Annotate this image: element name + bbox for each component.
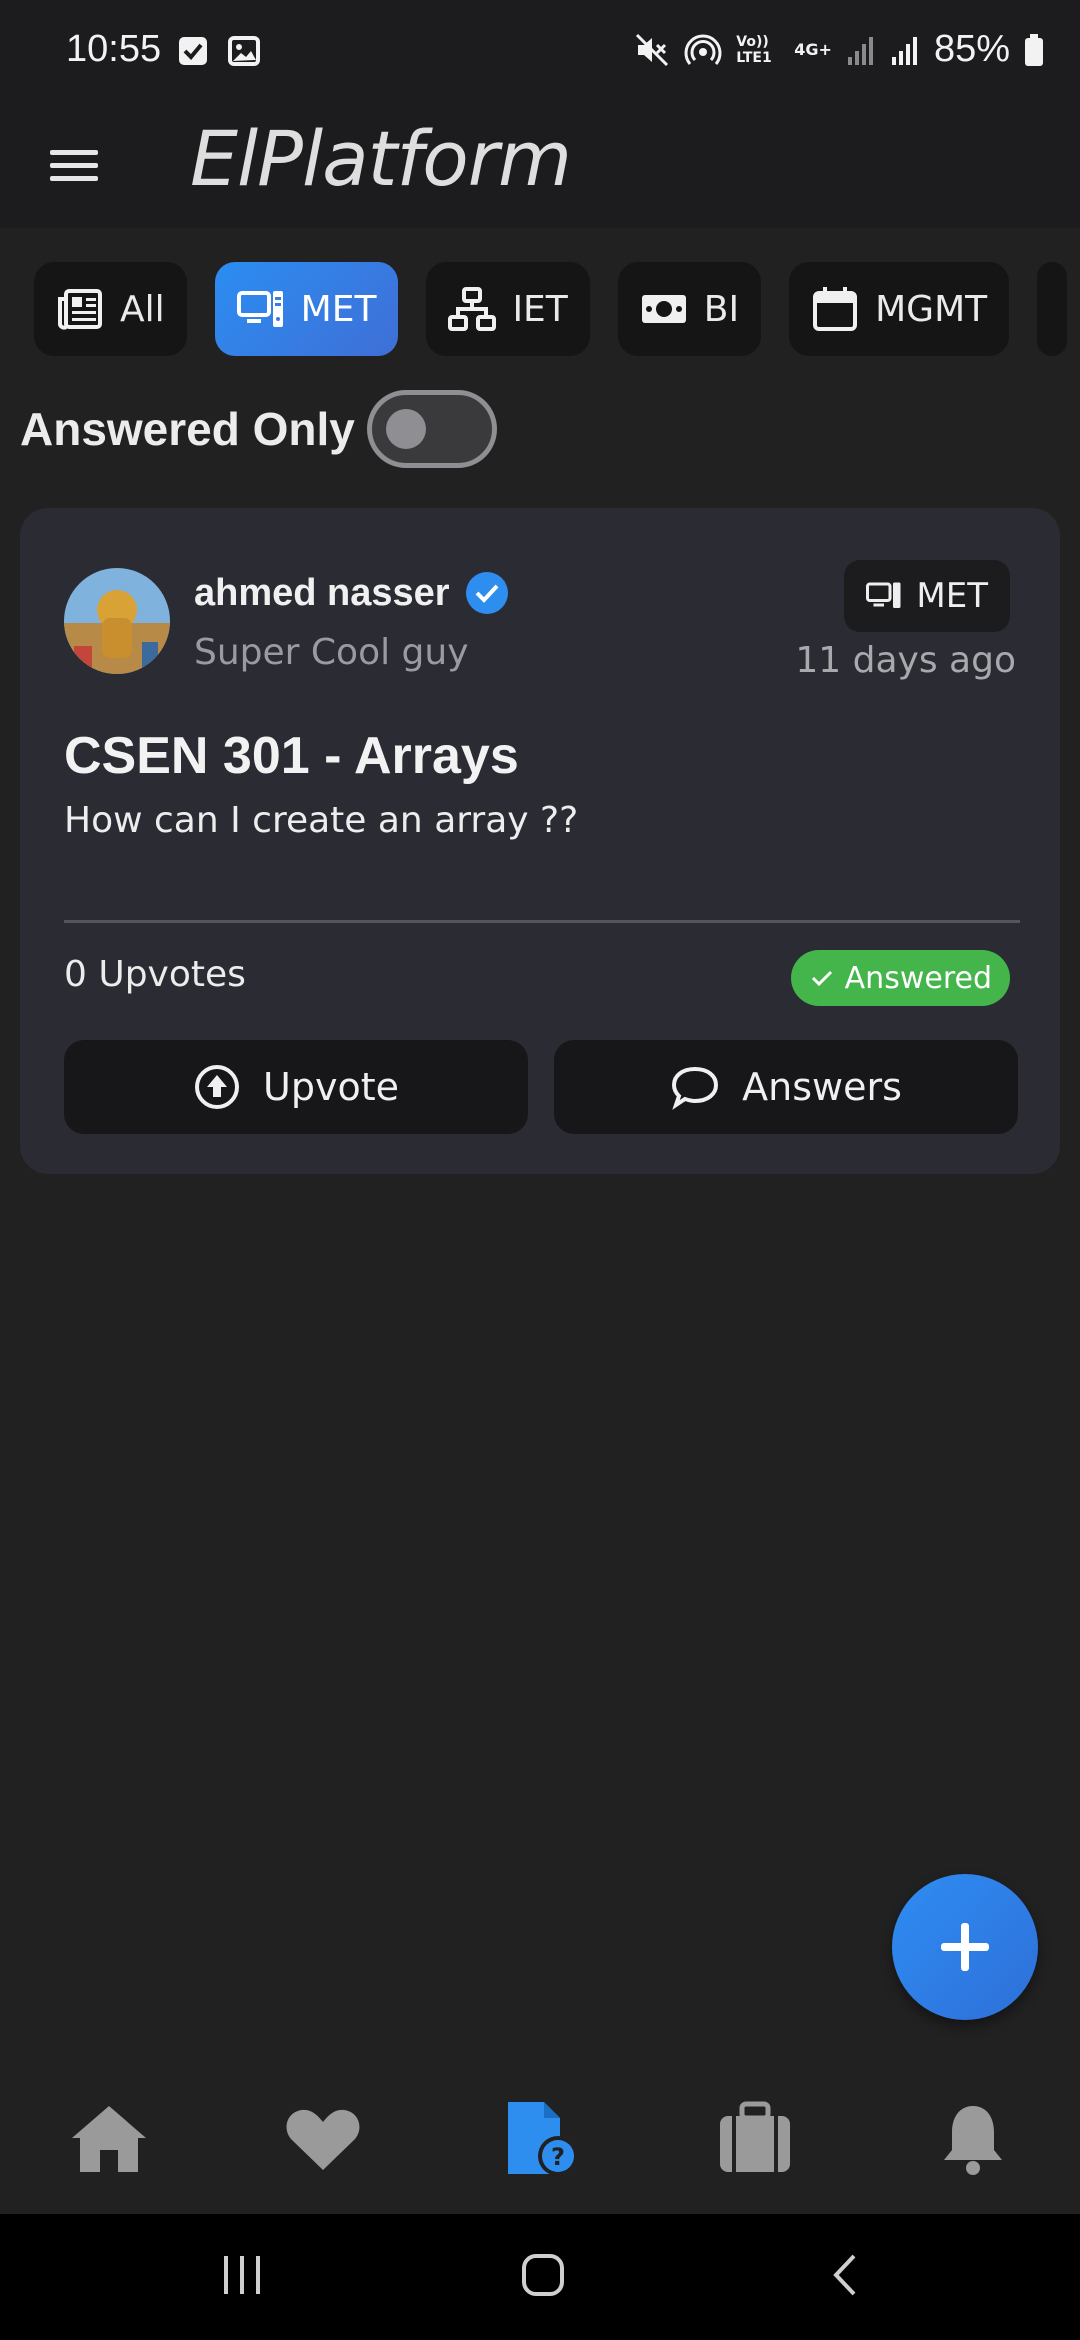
card-divider [64,920,1020,923]
upvote-count: 0 Upvotes [64,954,246,995]
chip-overflow[interactable] [1037,262,1068,356]
battery-icon [1025,33,1043,66]
verified-icon [465,572,508,614]
chip-label: BI [703,288,740,330]
chip-label: IET [512,288,568,330]
newspaper-icon [58,289,102,330]
comment-icon [672,1066,719,1110]
computer-icon [866,582,901,608]
answered-only-label: Answered Only [20,403,355,455]
status-bar: 10:55 Vo)) LTE1 4G+ 85% [0,0,1080,100]
post-time: 11 days ago [795,640,1016,681]
mute-icon [636,33,669,66]
arrow-up-circle-icon [195,1065,240,1109]
battery-percent: 85% [933,28,1010,70]
chip-label: MET [300,288,377,330]
back-icon[interactable] [826,2250,866,2300]
hotspot-icon [684,34,722,65]
author-name-row: ahmed nasser [194,570,510,616]
status-label: Answered [844,960,992,996]
chip-met[interactable]: MET [214,262,399,356]
calendar-icon [813,287,858,331]
bottom-nav: ? [0,2066,1080,2214]
app-title: ElPlatform [190,114,572,203]
avatar[interactable] [64,568,170,674]
add-question-button[interactable] [892,1874,1038,2020]
category-tag: MET [844,560,1010,632]
chip-all[interactable]: All [34,262,187,356]
status-badge: Answered [790,950,1010,1006]
status-time: 10:55 [66,28,162,70]
heart-icon[interactable] [280,2096,366,2182]
upvote-button[interactable]: Upvote [64,1040,528,1134]
question-doc-icon[interactable]: ? [500,2096,586,2182]
check-icon [811,970,832,987]
answered-only-toggle[interactable] [366,390,497,468]
network-icon [448,287,497,331]
chip-bi[interactable]: BI [617,262,762,356]
computer-icon [236,291,283,327]
upvote-label: Upvote [263,1065,399,1109]
signal-roaming-icon [891,36,917,65]
answered-only-row: Answered Only [20,390,497,468]
question-card[interactable]: ahmed nasser Super Cool guy MET 11 days … [20,508,1060,1174]
chip-mgmt[interactable]: MGMT [789,262,1010,356]
category-chip-bar: All MET IET BI MGMT [34,262,1080,356]
home-icon[interactable] [66,2096,152,2182]
answers-label: Answers [742,1065,902,1109]
signal-icon [847,36,873,65]
author-name: ahmed nasser [194,571,450,614]
author-subtitle: Super Cool guy [194,632,469,673]
chip-iet[interactable]: IET [426,262,590,356]
app-bar: ElPlatform [0,100,1080,228]
status-system-icons: Vo)) LTE1 4G+ 85% [634,28,1044,71]
checkbox-notification-icon [179,37,207,65]
home-circle-icon[interactable] [518,2250,568,2300]
chip-label: MGMT [875,288,988,330]
volte-indicator: Vo)) LTE1 [736,33,772,66]
question-title: CSEN 301 - Arrays [64,727,519,785]
answers-button[interactable]: Answers [554,1040,1018,1134]
chip-label: All [120,288,165,330]
briefcase-icon[interactable] [712,2096,798,2182]
money-icon [641,295,686,323]
recent-apps-icon[interactable] [218,2250,266,2300]
plus-icon [941,1923,989,1971]
svg-text:?: ? [551,2143,565,2171]
image-notification-icon [228,36,260,66]
system-nav-bar [0,2214,1080,2340]
tag-label: MET [916,576,988,616]
question-body: How can I create an array ?? [64,800,579,841]
status-notification-icons [178,36,260,66]
hamburger-icon[interactable] [46,138,102,194]
network-type: 4G+ [794,40,832,59]
toggle-knob [385,409,426,449]
bell-icon[interactable] [930,2096,1016,2182]
